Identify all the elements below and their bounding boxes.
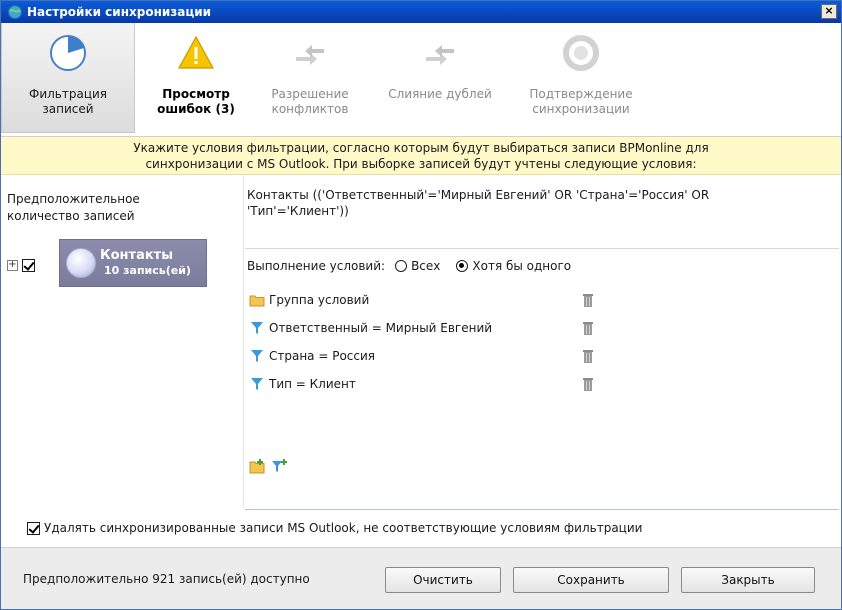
app-icon [8, 5, 22, 19]
warning-icon [177, 35, 215, 69]
merge-arrows-icon [426, 45, 454, 65]
step-label: Просмотр [162, 87, 230, 101]
condition-country-row[interactable]: Страна = Россия [249, 349, 375, 363]
pie-chart-icon [50, 35, 86, 71]
divider [245, 248, 839, 249]
expression-line: Контакты (('Ответственный'='Мирный Евген… [247, 188, 710, 202]
delete-unmatched-checkbox[interactable] [27, 521, 40, 535]
filter-icon [251, 350, 263, 362]
estimated-count-label: Предположительное количество записей [7, 191, 187, 225]
condition-type-row[interactable]: Тип = Клиент [249, 377, 356, 391]
trash-icon[interactable] [583, 349, 593, 363]
condition-label: Ответственный = Мирный Евгений [269, 321, 493, 335]
save-button[interactable]: Сохранить [513, 567, 669, 593]
condition-toolbar [249, 458, 289, 474]
expression-line: 'Тип'='Клиент')) [247, 204, 349, 218]
add-filter-icon[interactable] [271, 458, 289, 474]
filter-icon [251, 322, 263, 334]
step-label: Фильтрация [28, 87, 108, 101]
step-label: ошибок (3) [157, 102, 235, 116]
radio-all-label[interactable]: Всех [411, 259, 440, 273]
expand-icon[interactable]: + [7, 260, 18, 271]
radio-any[interactable] [456, 260, 469, 272]
step-filter-records[interactable]: Фильтрация записей [1, 23, 135, 133]
radio-any-label[interactable]: Хотя бы одного [472, 259, 571, 273]
delete-unmatched-option[interactable]: Удалять синхронизированные записи MS Out… [27, 521, 642, 535]
filter-icon [251, 378, 263, 390]
globe-icon [66, 248, 96, 278]
exchange-arrows-icon [296, 45, 324, 65]
condition-label: Группа условий [269, 293, 370, 307]
banner-line: Укажите условия фильтрации, согласно кот… [133, 141, 709, 155]
step-label: Подтверждение [529, 87, 633, 101]
label-line: Предположительное [7, 192, 140, 206]
add-group-icon[interactable] [249, 458, 267, 474]
trash-icon[interactable] [583, 293, 593, 307]
contacts-checkbox[interactable] [22, 259, 35, 272]
sync-icon [563, 35, 599, 71]
folder-icon [249, 295, 265, 307]
info-banner: Укажите условия фильтрации, согласно кот… [1, 137, 841, 175]
condition-label: Страна = Россия [269, 349, 376, 363]
sync-settings-window: Настройки синхронизации × Фильтрация запи… [0, 0, 842, 610]
label-line: количество записей [7, 209, 135, 223]
step-confirm-sync[interactable]: Подтверждение синхронизации [515, 27, 647, 117]
trash-icon[interactable] [583, 321, 593, 335]
condition-group-row[interactable]: Группа условий [249, 293, 369, 307]
condition-label: Тип = Клиент [269, 377, 356, 391]
panel-divider [243, 175, 244, 509]
condition-mode-row: Выполнение условий: Всех Хотя бы одного [247, 259, 571, 273]
banner-line: синхронизации с MS Outlook. При выборке … [145, 157, 697, 171]
clear-button[interactable]: Очистить [385, 567, 501, 593]
step-view-errors[interactable]: Просмотр ошибок (3) [144, 27, 248, 117]
step-label: синхронизации [532, 102, 630, 116]
tree-row-contacts: + [7, 259, 35, 272]
node-name: Контакты [100, 248, 173, 263]
condition-responsible-row[interactable]: Ответственный = Мирный Евгений [249, 321, 492, 335]
divider [245, 509, 839, 510]
step-merge-duplicates[interactable]: Слияние дублей [367, 27, 513, 102]
trash-icon[interactable] [583, 377, 593, 391]
radio-all[interactable] [395, 260, 408, 272]
condition-mode-label: Выполнение условий: [247, 259, 386, 273]
step-toolbar: Фильтрация записей Просмотр ошибок (3) Раз… [1, 23, 841, 137]
close-button[interactable]: Закрыть [681, 567, 815, 593]
footer-bar: Предположительно 921 запись(ей) доступно… [1, 547, 841, 609]
contacts-node[interactable]: Контакты 10 запись(ей) [59, 239, 207, 287]
filter-expression: Контакты (('Ответственный'='Мирный Евген… [247, 187, 827, 219]
step-label: Слияние дублей [388, 87, 492, 101]
step-label: Разрешение [271, 87, 349, 101]
step-label: записей [42, 102, 94, 116]
node-count: 10 запись(ей) [104, 264, 191, 277]
title-bar: Настройки синхронизации × [1, 1, 841, 23]
close-window-button[interactable]: × [821, 4, 837, 19]
window-title: Настройки синхронизации [27, 5, 212, 19]
step-resolve-conflicts[interactable]: Разрешение конфликтов [255, 27, 365, 117]
step-label: конфликтов [271, 102, 349, 116]
available-count-status: Предположительно 921 запись(ей) доступно [23, 572, 310, 586]
delete-unmatched-label[interactable]: Удалять синхронизированные записи MS Out… [44, 521, 642, 535]
